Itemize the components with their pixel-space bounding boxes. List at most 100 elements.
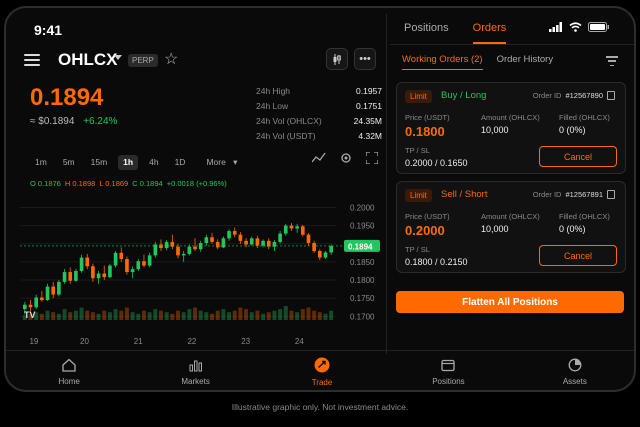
order-type-badge: Limit (405, 90, 432, 103)
nav-markets[interactable]: Markets (132, 351, 258, 390)
candle-body (85, 257, 90, 267)
volume-bar (73, 310, 78, 320)
candle-body (119, 252, 124, 260)
chevron-down-icon[interactable] (114, 55, 122, 60)
candle-body (113, 252, 118, 266)
volume-bar (79, 307, 84, 320)
volume-bar (45, 310, 50, 320)
chart-panel: OHLCX PERP ☆ ••• 0.1894 ≈ $0.1894 +6.24%… (16, 44, 384, 350)
device-frame: 9:41 OHLCX PERP ☆ ••• 0.1894 ≈ $0.1894 +… (4, 6, 636, 392)
order-card: Limit Sell / Short Order ID #12567891 Pr… (396, 181, 626, 273)
volume-bar (261, 313, 266, 320)
nav-positions[interactable]: Positions (385, 351, 511, 390)
timeframe-1h[interactable]: 1h (118, 155, 139, 170)
amount-label: Amount (OHLCX) (481, 212, 540, 221)
tab-positions[interactable]: Positions (404, 14, 449, 44)
timeframe-more[interactable]: More ▾ (196, 155, 242, 170)
menu-icon[interactable] (24, 54, 40, 66)
timeframe-1m[interactable]: 1m (30, 155, 52, 170)
chart-header: OHLCX PERP ☆ ••• (16, 44, 384, 80)
nav-label: Trade (311, 378, 333, 387)
chart-type-button[interactable] (326, 48, 348, 70)
order-tpsl: 0.1800 / 0.2150 (405, 257, 468, 267)
candle-body (232, 231, 237, 235)
timeframe-4h[interactable]: 4h (144, 155, 163, 170)
volume-bar (249, 312, 254, 320)
price-label: Price (USDT) (405, 113, 450, 122)
gear-icon[interactable] (340, 152, 352, 164)
volume-bar (244, 309, 249, 320)
nav-label: Assets (562, 377, 587, 386)
volume-bar (215, 310, 220, 320)
y-tick-label: 0.1850 (350, 258, 375, 267)
volume-bar (68, 312, 73, 320)
volume-bar (221, 309, 226, 320)
last-price-label: 0.1894 (348, 242, 373, 251)
volume-bar (232, 310, 237, 320)
volume-bar (295, 312, 300, 320)
wifi-icon (569, 22, 582, 32)
status-icons (549, 22, 610, 32)
volume-bar (289, 310, 294, 320)
candle-body (40, 297, 44, 301)
tab-orders[interactable]: Orders (472, 14, 507, 44)
order-side: Sell / Short (441, 189, 488, 200)
timeframe-1d[interactable]: 1D (170, 155, 191, 170)
more-options-button[interactable]: ••• (354, 48, 376, 70)
nav-label: Positions (432, 377, 465, 386)
fullscreen-icon[interactable] (366, 152, 378, 164)
filled-label: Filled (OHLCX) (559, 113, 610, 122)
candle-body (91, 266, 95, 279)
candles-icon (333, 53, 341, 65)
tab-working-orders[interactable]: Working Orders (2) (402, 54, 483, 70)
candle-body (57, 281, 61, 295)
flatten-all-button[interactable]: Flatten All Positions (396, 291, 624, 313)
candle-body (318, 251, 322, 258)
volume-bar (312, 310, 317, 320)
y-tick-label: 0.2000 (350, 203, 375, 212)
candle-body (227, 231, 231, 239)
order-amount: 10,000 (481, 224, 509, 234)
timeframe-5m[interactable]: 5m (58, 155, 80, 170)
nav-home[interactable]: Home (6, 351, 132, 390)
timeframe-15m[interactable]: 15m (86, 155, 113, 170)
y-tick-label: 0.1750 (350, 294, 375, 303)
candle-body (79, 257, 84, 271)
price-chart[interactable]: 0.20000.19500.19000.18500.18000.17500.17… (16, 192, 384, 350)
copy-icon[interactable] (607, 190, 615, 199)
nav-assets[interactable]: Assets (512, 351, 634, 390)
star-icon[interactable]: ☆ (164, 49, 178, 69)
candle-body (28, 304, 33, 308)
chart-tools (312, 152, 378, 164)
x-tick-label: 23 (241, 337, 250, 346)
tab-order-history[interactable]: Order History (497, 54, 553, 70)
symbol-name[interactable]: OHLCX (58, 50, 118, 70)
timeframe-more-label: More (206, 157, 226, 167)
candle-body (96, 273, 101, 279)
copy-icon[interactable] (607, 91, 615, 100)
y-tick-label: 0.1800 (350, 276, 375, 285)
candle-body (74, 270, 78, 281)
usd-price-row: ≈ $0.1894 +6.24% (30, 116, 117, 127)
volume-bar (238, 307, 243, 320)
nav-trade[interactable]: Trade (259, 351, 385, 390)
panel-tabs: Positions Orders (404, 14, 507, 44)
order-price: 0.2000 (405, 223, 445, 238)
indicator-icon[interactable] (312, 152, 326, 164)
cancel-button[interactable]: Cancel (539, 146, 617, 167)
volume-bar (158, 310, 163, 320)
nav-label: Home (58, 377, 80, 386)
volume-bar (62, 309, 67, 320)
candle-body (306, 234, 311, 244)
candle-body (204, 237, 209, 244)
usd-price: ≈ $0.1894 (30, 116, 75, 127)
x-tick-label: 21 (134, 337, 143, 346)
candle-body (244, 240, 248, 245)
cancel-button[interactable]: Cancel (539, 245, 617, 266)
order-id-row: Order ID #12567891 (533, 190, 615, 199)
stat-label: 24h Low (256, 101, 289, 111)
filter-icon[interactable] (606, 56, 618, 66)
tabs-divider (390, 44, 634, 45)
order-type-badge: Limit (405, 189, 432, 202)
stat-row: 24h Vol (OHLCX) 24.35M (256, 116, 382, 131)
